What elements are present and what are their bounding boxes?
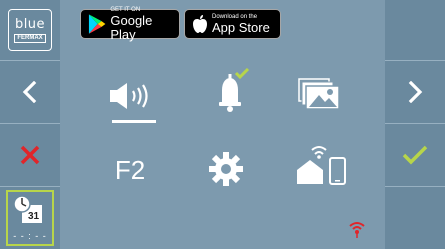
date-time-box: 31 - - : - - [6, 190, 54, 246]
chevron-left-icon [22, 81, 37, 103]
logo-word: blue [14, 16, 46, 32]
bell-menu-item[interactable] [205, 68, 255, 114]
sound-menu-item[interactable] [108, 78, 158, 114]
intercom-screen: blue FERMAX 31 - -: - - GET IT ON Googl… [0, 0, 445, 249]
app-store-badge[interactable]: Download on the App Store [184, 9, 281, 39]
google-play-icon [88, 14, 106, 34]
gear-icon [209, 152, 243, 186]
f2-label: F2 [114, 154, 146, 185]
google-play-big: Google Play [110, 12, 153, 42]
settings-menu-item[interactable] [205, 148, 247, 190]
previous-button[interactable] [0, 61, 60, 123]
gallery-menu-item[interactable] [297, 76, 341, 112]
logo-sub: FERMAX [14, 33, 46, 43]
next-button[interactable] [385, 61, 445, 123]
left-button-column: blue FERMAX 31 - -: - - [0, 0, 60, 249]
right-bottom-empty [385, 187, 445, 249]
f2-menu-item[interactable]: F2 [108, 150, 152, 190]
confirm-button[interactable] [385, 124, 445, 186]
speaker-icon [110, 83, 148, 109]
apple-icon [193, 15, 207, 33]
check-mark-small [234, 68, 250, 80]
connection-status [346, 218, 368, 240]
google-play-badge[interactable]: GET IT ON Google Play [80, 7, 180, 42]
logo-box: blue FERMAX [8, 9, 52, 51]
date-time-button[interactable]: 31 - - : - - [0, 187, 60, 249]
cancel-button[interactable] [0, 124, 60, 186]
brand-logo: blue FERMAX [0, 0, 60, 60]
home-wifi-phone-icon [297, 146, 346, 185]
wifi-signal-icon [349, 222, 365, 238]
bell-icon [219, 68, 250, 112]
wifi-home-menu-item[interactable] [294, 140, 350, 186]
right-top-empty [385, 0, 445, 60]
chevron-right-icon [408, 81, 423, 103]
time-display: - - : - - [13, 231, 47, 241]
selection-underline [112, 120, 156, 123]
gallery-icon [298, 78, 340, 110]
app-store-big: App Store [212, 19, 270, 35]
calendar-day: 31 [28, 211, 40, 222]
close-icon [20, 145, 40, 165]
right-button-column [385, 0, 445, 249]
google-play-text: GET IT ON Google Play [110, 7, 179, 42]
check-icon [402, 145, 428, 165]
app-store-text: Download on the App Store [212, 14, 270, 35]
